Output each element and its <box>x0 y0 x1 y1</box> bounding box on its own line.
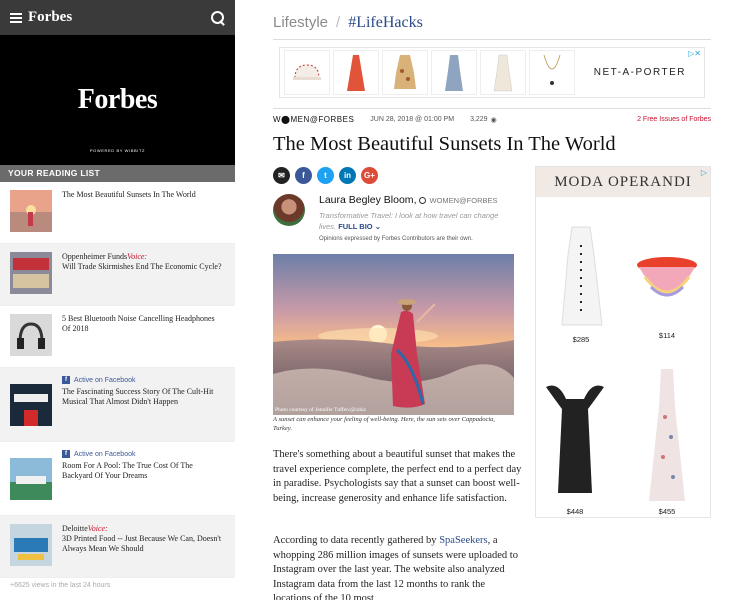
search-icon[interactable] <box>211 10 225 25</box>
reading-list-title: The Most Beautiful Sunsets In The World <box>62 190 196 199</box>
reading-list-title-text: Will Trade Skirmishes End The Economic C… <box>62 262 222 271</box>
forbes-logo[interactable]: Forbes <box>28 9 211 26</box>
women-forbes-icon <box>419 196 427 204</box>
left-panel: Forbes Forbes POWERED BY WIBBITZ YOUR RE… <box>0 0 235 600</box>
photo-caption: A sunset can enhance your feeling of wel… <box>273 416 496 432</box>
article-paragraph: According to data recently gathered by S… <box>273 535 518 600</box>
article-meta-bar: W⬤MEN@FORBES JUN 28, 2018 @ 01:00 PM 3,2… <box>273 108 711 130</box>
thumbnail-sunset <box>10 190 52 232</box>
sponsor-name: Oppenheimer Funds <box>62 252 128 261</box>
publish-date: JUN 28, 2018 @ 01:00 PM <box>370 116 455 123</box>
author-name[interactable]: Laura Begley Bloom <box>319 194 414 206</box>
reading-list-body: f Active on Facebook Room For A Pool: The… <box>62 450 225 507</box>
ad-product-floral-dress <box>382 50 428 95</box>
top-nav-bar: Forbes <box>0 0 235 35</box>
reading-list-item[interactable]: 5 Best Bluetooth Noise Cancelling Headph… <box>0 306 235 368</box>
linkedin-share-icon[interactable]: in <box>339 167 356 184</box>
women-at-forbes-brand[interactable]: W⬤MEN@FORBES <box>273 115 354 124</box>
author-avatar[interactable] <box>273 194 305 226</box>
reading-list-item[interactable]: f Active on Facebook Room For A Pool: The… <box>0 442 235 516</box>
article-paragraph: There's something about a beautiful suns… <box>273 449 522 504</box>
sunset-photo <box>273 254 514 415</box>
sponsor-name: Deloitte <box>62 524 88 533</box>
visor-hat-image <box>637 257 697 297</box>
article-area: Lifestyle / #LifeHacks NET-A-PORTER ▷✕ W… <box>235 0 750 600</box>
author-description: Transformative Travel: I look at how tra… <box>319 211 499 231</box>
reading-list-item[interactable]: The Most Beautiful Sunsets In The World <box>0 182 235 244</box>
floral-gown-image <box>649 369 685 501</box>
reading-list-footer: +6625 views in the last 24 hours <box>10 582 111 589</box>
ad-product-necklace <box>529 50 575 95</box>
facebook-active-label: f Active on Facebook <box>62 450 225 458</box>
article-hero-image: Photo courtesy of Jennifer Tuffen/@izkiz <box>273 254 514 415</box>
video-forbes-logo: Forbes <box>77 84 158 115</box>
ad-product[interactable]: $285 <box>546 225 616 344</box>
free-issues-link[interactable]: 2 Free Issues of Forbes <box>637 116 711 123</box>
product-price: $455 <box>658 507 676 516</box>
ad-product[interactable]: $114 <box>632 247 702 340</box>
reading-list-title: Oppenheimer FundsVoice: Will Trade Skirm… <box>62 252 222 297</box>
reading-list-item[interactable]: Oppenheimer FundsVoice: Will Trade Skirm… <box>0 244 235 306</box>
breadcrumb-section[interactable]: Lifestyle <box>273 14 328 31</box>
video-player[interactable]: Forbes POWERED BY WIBBITZ <box>0 35 235 165</box>
article-headline: The Most Beautiful Sunsets In The World <box>273 133 616 155</box>
ad-product-cap <box>284 50 330 95</box>
facebook-icon: f <box>62 450 70 458</box>
video-powered-by: POWERED BY WIBBITZ <box>89 148 146 153</box>
sidebar-ad[interactable]: MODA OPERANDI ▷ $285 $114 $448 $455 <box>535 166 711 518</box>
facebook-share-icon[interactable]: f <box>295 167 312 184</box>
ad-product-blue-dress <box>431 50 477 95</box>
product-price: $285 <box>572 335 590 344</box>
black-ruffle-dress-image <box>546 385 604 493</box>
facebook-icon: f <box>62 376 70 384</box>
author-name-line: Laura Begley Bloom, WOMEN@FORBES <box>319 194 498 206</box>
ad-product-red-dress <box>333 50 379 95</box>
spaseekers-link[interactable]: SpaSeekers <box>439 535 487 546</box>
thumbnail-musical <box>10 384 52 426</box>
banner-ad[interactable]: NET-A-PORTER ▷✕ <box>279 47 705 98</box>
adchoices-icon[interactable]: ▷ <box>701 168 707 177</box>
photo-credit: Photo courtesy of Jennifer Tuffen/@izkiz <box>275 407 367 413</box>
reading-list-title: DeloitteVoice: 3D Printed Food -- Just B… <box>62 524 225 569</box>
thumbnail-trade <box>10 252 52 294</box>
thumbnail-headphones <box>10 314 52 356</box>
reading-list-item[interactable]: f Active on Facebook The Fascinating Succ… <box>0 368 235 442</box>
view-count: 3,229 <box>470 116 488 123</box>
twitter-share-icon[interactable]: t <box>317 167 334 184</box>
net-a-porter-logo: NET-A-PORTER <box>593 67 686 78</box>
hamburger-menu-icon[interactable] <box>10 12 22 23</box>
white-dress-image <box>561 226 603 326</box>
ad-product[interactable]: $455 <box>632 367 702 516</box>
ad-product[interactable]: $448 <box>540 381 610 516</box>
reading-list-title: Room For A Pool: The True Cost Of The Ba… <box>62 461 193 480</box>
product-price: $114 <box>658 331 676 340</box>
thumbnail-printed-food <box>10 524 52 566</box>
facebook-active-label: f Active on Facebook <box>62 376 225 384</box>
ad-product-white-dress <box>480 50 526 95</box>
opinion-disclaimer: Opinions expressed by Forbes Contributor… <box>319 236 473 242</box>
breadcrumb-tag[interactable]: #LifeHacks <box>348 14 423 32</box>
adchoices-icon[interactable]: ▷✕ <box>688 49 701 58</box>
google-plus-share-icon[interactable]: G+ <box>361 167 378 184</box>
divider <box>273 39 711 40</box>
reading-list-title-text: 3D Printed Food -- Just Because We Can, … <box>62 534 222 553</box>
moda-operandi-logo: MODA OPERANDI <box>536 167 710 197</box>
reading-list-body: f Active on Facebook The Fascinating Succ… <box>62 376 225 433</box>
reading-list-title: 5 Best Bluetooth Noise Cancelling Headph… <box>62 314 215 333</box>
eye-icon: ◉ <box>490 116 497 124</box>
reading-list-item[interactable]: DeloitteVoice: 3D Printed Food -- Just B… <box>0 516 235 578</box>
product-price: $448 <box>566 507 584 516</box>
breadcrumb: Lifestyle / #LifeHacks <box>273 14 423 32</box>
chevron-down-icon[interactable]: ⌄ <box>373 222 381 231</box>
thumbnail-pool <box>10 458 52 500</box>
voice-label: Voice: <box>127 252 148 261</box>
share-bar: ✉ f t in G+ <box>273 167 383 184</box>
voice-label: Voice: <box>87 524 108 533</box>
author-affiliation[interactable]: WOMEN@FORBES <box>429 196 497 205</box>
full-bio-link[interactable]: FULL BIO <box>338 222 372 231</box>
reading-list-title: The Fascinating Success Story Of The Cul… <box>62 387 214 406</box>
reading-list-header: YOUR READING LIST <box>0 165 235 182</box>
breadcrumb-separator: / <box>336 14 341 31</box>
email-share-icon[interactable]: ✉ <box>273 167 290 184</box>
